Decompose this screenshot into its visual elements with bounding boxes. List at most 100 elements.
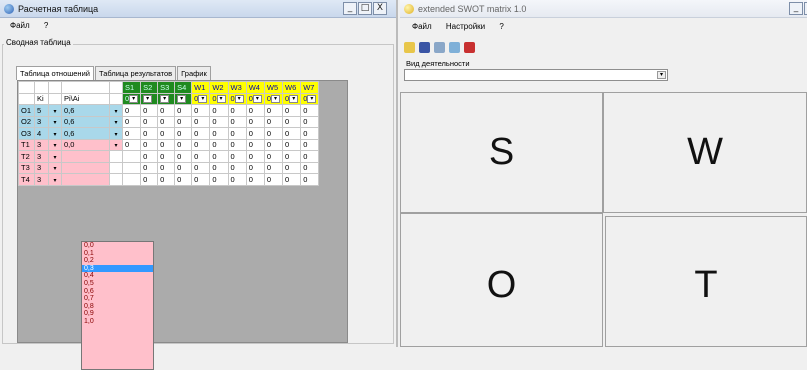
chevron-down-icon[interactable]: ▾ — [252, 95, 262, 104]
relation-cell[interactable]: 0 — [121, 138, 142, 151]
title-bar[interactable]: extended SWOT matrix 1.0 _ □ — [400, 0, 807, 18]
relation-cell[interactable]: 0 — [300, 150, 320, 163]
relation-cell[interactable]: 0 — [140, 150, 159, 163]
relation-cell[interactable]: 0 — [245, 173, 265, 186]
relation-cell[interactable]: 0 — [191, 138, 211, 151]
relation-cell[interactable]: 0 — [157, 150, 176, 163]
dropdown-option[interactable]: 0,9 — [82, 310, 153, 318]
relation-cell[interactable]: 0 — [209, 115, 229, 128]
probability-value[interactable]: 0,0 — [61, 138, 110, 151]
dropdown-option[interactable]: 1,0 — [82, 318, 153, 326]
relation-cell[interactable]: 0 — [227, 127, 247, 140]
quadrant-strengths[interactable]: S — [400, 92, 603, 213]
quadrant-opportunities[interactable]: O — [400, 213, 603, 347]
menu-help[interactable]: ? — [493, 20, 509, 33]
relation-cell[interactable]: 0 — [227, 150, 247, 163]
probability-value[interactable] — [61, 161, 110, 174]
relation-cell[interactable]: 0 — [209, 104, 229, 117]
relation-cell[interactable]: 0 — [157, 138, 176, 151]
chevron-down-icon[interactable]: ▾ — [112, 108, 120, 115]
relation-cell[interactable]: 0 — [121, 104, 142, 117]
probability-value[interactable]: 0,6 — [61, 115, 110, 128]
dropdown-option[interactable]: 0,5 — [82, 280, 153, 288]
dropdown-option[interactable]: 0,1 — [82, 250, 153, 258]
probability-dropdown[interactable] — [109, 173, 123, 186]
relation-cell[interactable] — [121, 173, 142, 186]
probability-dropdown[interactable] — [109, 150, 123, 163]
probability-value[interactable] — [61, 173, 110, 186]
weight-selector[interactable]: ▾ — [174, 92, 193, 105]
weight-selector[interactable]: 0 ▾ — [282, 92, 302, 105]
dropdown-option[interactable]: 0,2 — [82, 257, 153, 265]
chevron-down-icon[interactable]: ▾ — [129, 95, 139, 104]
relation-cell[interactable]: 0 — [191, 161, 211, 174]
relation-cell[interactable]: 0 — [209, 150, 229, 163]
chevron-down-icon[interactable]: ▾ — [160, 95, 170, 104]
print-icon[interactable] — [434, 41, 445, 53]
chevron-down-icon[interactable]: ▾ — [51, 142, 59, 149]
ki-value[interactable]: 5 — [34, 104, 49, 117]
chevron-down-icon[interactable]: ▾ — [307, 95, 317, 104]
chevron-down-icon[interactable]: ▾ — [234, 95, 244, 104]
relation-cell[interactable]: 0 — [300, 127, 320, 140]
relation-cell[interactable]: 0 — [157, 115, 176, 128]
relation-cell[interactable]: 0 — [227, 104, 247, 117]
ki-value[interactable]: 3 — [34, 138, 49, 151]
probability-value[interactable]: 0,6 — [61, 104, 110, 117]
menu-file[interactable]: Файл — [4, 19, 36, 32]
chevron-down-icon[interactable]: ▾ — [51, 119, 59, 126]
chevron-down-icon[interactable]: ▾ — [216, 95, 226, 104]
title-bar[interactable]: Расчетная таблица _ □ X — [0, 0, 396, 18]
chevron-down-icon[interactable]: ▾ — [112, 131, 120, 138]
tab-chart[interactable]: График — [177, 66, 211, 80]
save-icon[interactable] — [419, 41, 430, 53]
menu-file[interactable]: Файл — [406, 20, 438, 33]
relation-cell[interactable]: 0 — [263, 161, 284, 174]
probability-dropdown[interactable]: ▾ — [109, 138, 123, 151]
relation-cell[interactable]: 0 — [263, 138, 284, 151]
chevron-down-icon[interactable]: ▾ — [112, 142, 120, 149]
relation-cell[interactable]: 0 — [140, 161, 159, 174]
chevron-down-icon[interactable]: ▾ — [51, 131, 59, 138]
relation-cell[interactable]: 0 — [140, 115, 159, 128]
relation-cell[interactable]: 0 — [174, 138, 193, 151]
relation-cell[interactable]: 0 — [263, 115, 284, 128]
weight-selector[interactable]: 0 ▾ — [300, 92, 320, 105]
ki-dropdown[interactable]: ▾ — [48, 161, 62, 174]
relation-cell[interactable]: 0 — [157, 104, 176, 117]
relation-cell[interactable]: 0 — [282, 127, 302, 140]
exit-icon[interactable] — [464, 41, 475, 53]
relation-cell[interactable]: 0 — [282, 104, 302, 117]
dropdown-option[interactable]: 0,4 — [82, 272, 153, 280]
ki-dropdown[interactable]: ▾ — [48, 127, 62, 140]
probability-dropdown[interactable] — [109, 161, 123, 174]
chevron-down-icon[interactable]: ▾ — [289, 95, 299, 104]
relation-cell[interactable] — [121, 161, 142, 174]
relation-cell[interactable]: 0 — [300, 104, 320, 117]
probability-dropdown[interactable]: ▾ — [109, 127, 123, 140]
chevron-down-icon[interactable]: ▾ — [271, 95, 281, 104]
minimize-button[interactable]: _ — [789, 2, 803, 15]
dropdown-option[interactable]: 0,7 — [82, 295, 153, 303]
relation-cell[interactable]: 0 — [209, 161, 229, 174]
relation-cell[interactable]: 0 — [191, 115, 211, 128]
tab-relations[interactable]: Таблица отношений — [16, 66, 94, 80]
ki-dropdown[interactable]: ▾ — [48, 104, 62, 117]
probability-value[interactable]: 0,6 — [61, 127, 110, 140]
relation-cell[interactable]: 0 — [245, 150, 265, 163]
relation-cell[interactable]: 0 — [191, 173, 211, 186]
relation-cell[interactable]: 0 — [191, 150, 211, 163]
quadrant-weaknesses[interactable]: W — [603, 92, 807, 213]
relation-cell[interactable]: 0 — [140, 173, 159, 186]
chart-icon[interactable] — [449, 41, 460, 53]
relation-cell[interactable]: 0 — [191, 127, 211, 140]
relation-cell[interactable]: 0 — [227, 115, 247, 128]
minimize-button[interactable]: _ — [343, 2, 357, 15]
relation-cell[interactable] — [121, 150, 142, 163]
relation-cell[interactable]: 0 — [191, 104, 211, 117]
chevron-down-icon[interactable]: ▾ — [657, 71, 666, 79]
relation-cell[interactable]: 0 — [245, 115, 265, 128]
relation-cell[interactable]: 0 — [300, 138, 320, 151]
chevron-down-icon[interactable]: ▾ — [51, 154, 59, 161]
open-folder-icon[interactable] — [404, 41, 415, 53]
